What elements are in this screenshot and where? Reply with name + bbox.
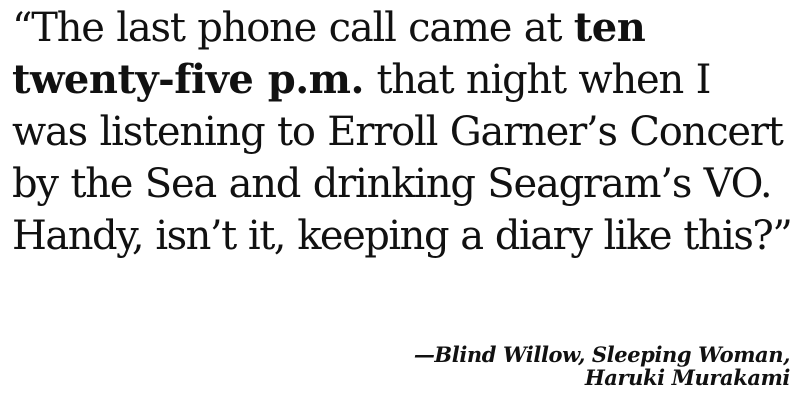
quote-line-5: Handy, isn’t it, keeping a diary like th… [12,213,793,259]
attribution-author: Haruki Murakami [584,365,791,390]
quote-emphasis-ten: ten [573,4,646,51]
quote-line-1: “The last phone call came at ten [12,2,792,54]
quote-line-1-text: “The last phone call came at [12,5,574,51]
quote-line-3: was listening to Erroll Garner’s Concert [12,109,784,155]
quote-emphasis-time: twenty-five p.m. [12,56,364,103]
quote-line-4: by the Sea and drinking Seagram’s VO. [12,161,773,207]
quote-text: “The last phone call came at ten twenty-… [12,2,793,262]
attribution: —Blind Willow, Sleeping Woman, Haruki Mu… [413,342,791,390]
quote-line-2: twenty-five p.m. that night when I [12,54,792,106]
quote-line-2-text: that night when I [363,57,711,103]
attribution-source: —Blind Willow, Sleeping Woman, [413,342,791,367]
